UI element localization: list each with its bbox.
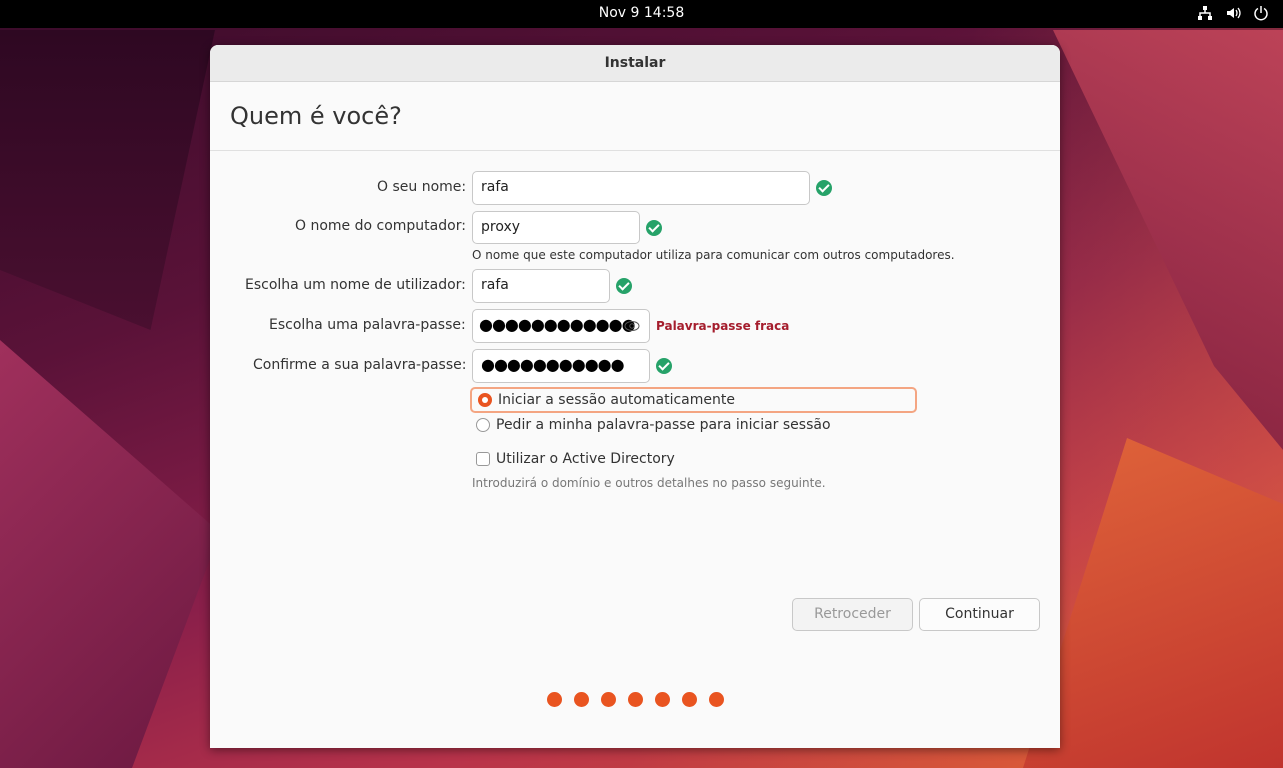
name-label: O seu nome:: [377, 179, 467, 195]
password-label: Escolha uma palavra-passe:: [269, 317, 466, 333]
radio-ask-password-label: Pedir a minha palavra-passe para iniciar…: [496, 417, 831, 433]
progress-dot: [708, 692, 724, 707]
progress-dot: [600, 692, 616, 707]
wallpaper-shape: [1053, 30, 1283, 450]
check-icon: [656, 358, 672, 374]
active-directory-checkbox[interactable]: [476, 452, 490, 466]
confirm-password-input[interactable]: ●●●●●●●●●●●: [472, 349, 650, 383]
active-directory-label: Utilizar o Active Directory: [496, 451, 675, 467]
active-directory-checkbox-row[interactable]: Utilizar o Active Directory: [476, 447, 675, 471]
username-input[interactable]: rafa: [472, 269, 610, 303]
radio-button-selected[interactable]: [478, 393, 492, 407]
network-icon[interactable]: [1197, 5, 1213, 21]
radio-ask-password[interactable]: Pedir a minha palavra-passe para iniciar…: [476, 413, 831, 437]
computer-name-hint: O nome que este computador utiliza para …: [472, 248, 955, 262]
confirm-password-label: Confirme a sua palavra-passe:: [253, 357, 467, 373]
password-strength: Palavra-passe fraca: [656, 319, 790, 333]
volume-icon[interactable]: [1225, 5, 1241, 21]
progress-dot: [627, 692, 643, 707]
back-button[interactable]: Retroceder: [792, 598, 913, 631]
check-icon: [816, 180, 832, 196]
active-directory-hint: Introduzirá o domínio e outros detalhes …: [472, 476, 826, 490]
window-title: Instalar: [210, 45, 1060, 82]
username-label: Escolha um nome de utilizador:: [245, 277, 466, 293]
wallpaper-shape: [0, 30, 215, 330]
eye-icon[interactable]: [624, 320, 640, 332]
radio-auto-login-label: Iniciar a sessão automaticamente: [498, 392, 735, 408]
progress-dot: [546, 692, 562, 707]
wallpaper-shape: [0, 340, 220, 768]
check-icon: [616, 278, 632, 294]
wallpaper-shape: [1023, 438, 1283, 768]
system-tray[interactable]: [1197, 5, 1269, 21]
progress-dot: [681, 692, 697, 707]
progress-dot: [654, 692, 670, 707]
progress-dots: [210, 692, 1060, 707]
progress-dot: [573, 692, 589, 707]
power-icon[interactable]: [1253, 5, 1269, 21]
radio-auto-login[interactable]: Iniciar a sessão automaticamente: [470, 387, 917, 413]
name-input[interactable]: rafa: [472, 171, 810, 205]
check-icon: [646, 220, 662, 236]
top-bar: Nov 9 14:58: [0, 0, 1283, 28]
installer-window: Instalar Quem é você? O seu nome: rafa O…: [210, 45, 1060, 748]
page-title: Quem é você?: [230, 102, 402, 130]
computer-name-label: O nome do computador:: [295, 218, 466, 234]
continue-button[interactable]: Continuar: [919, 598, 1040, 631]
clock[interactable]: Nov 9 14:58: [0, 5, 1283, 21]
computer-name-input[interactable]: proxy: [472, 211, 640, 244]
radio-button[interactable]: [476, 418, 490, 432]
